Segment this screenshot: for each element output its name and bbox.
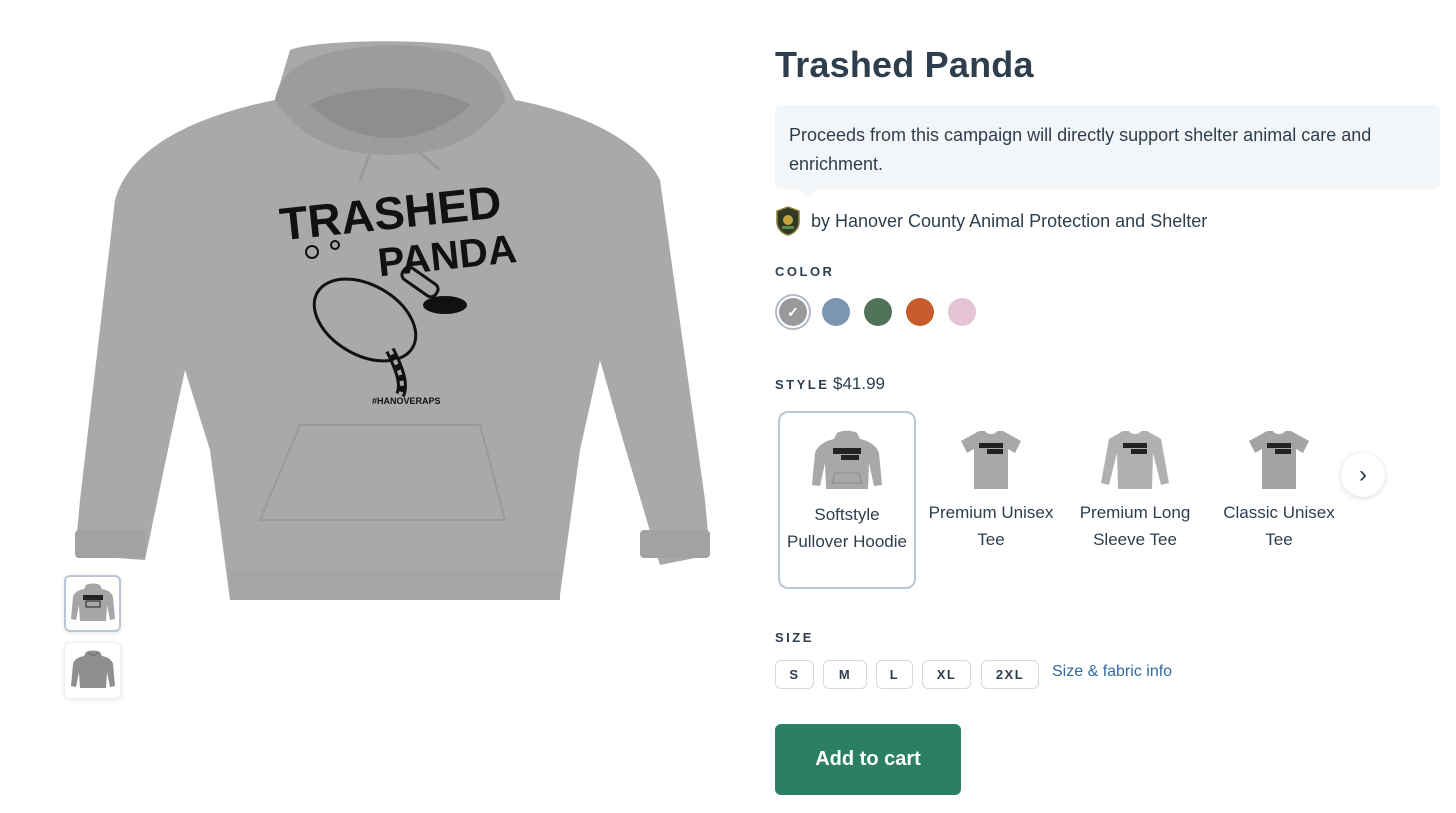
long-sleeve-style-icon xyxy=(1101,431,1169,489)
style-option-hoodie[interactable]: Softstyle Pullover Hoodie xyxy=(778,411,916,589)
style-option-name: Premium Unisex Tee xyxy=(928,503,1054,549)
style-option-name: Premium Long Sleeve Tee xyxy=(1079,503,1191,549)
color-swatch-gray[interactable]: ✓ xyxy=(775,294,811,330)
add-to-cart-button[interactable]: Add to cart xyxy=(775,724,961,795)
tshirt-style-icon xyxy=(961,431,1021,489)
product-title: Trashed Panda xyxy=(775,44,1034,85)
size-fabric-info-link[interactable]: Size & fabric info xyxy=(1052,663,1172,681)
campaign-description: Proceeds from this campaign will directl… xyxy=(775,105,1440,189)
campaign-callout-pointer xyxy=(798,188,818,198)
color-swatch-blue[interactable] xyxy=(822,298,850,326)
style-option-classic-tee[interactable]: Classic Unisex Tee xyxy=(1210,411,1348,589)
style-option-long-sleeve-tee[interactable]: Premium Long Sleeve Tee xyxy=(1066,411,1204,589)
hoodie-style-icon xyxy=(812,430,882,489)
color-swatch-pink[interactable] xyxy=(948,298,976,326)
color-swatch-green[interactable] xyxy=(864,298,892,326)
price: $41.99 xyxy=(833,374,885,393)
size-label: SIZE xyxy=(775,630,814,645)
organization-name[interactable]: by Hanover County Animal Protection and … xyxy=(811,211,1207,232)
chevron-right-icon[interactable]: › xyxy=(1341,453,1385,497)
size-option-m[interactable]: M xyxy=(823,660,867,689)
style-label: STYLE xyxy=(775,377,830,392)
size-option-2xl[interactable]: 2XL xyxy=(981,660,1039,689)
artwork-hashtag: #HANOVERAPS xyxy=(372,396,441,406)
style-option-name: Softstyle Pullover Hoodie xyxy=(786,505,907,551)
style-option-name: Classic Unisex Tee xyxy=(1223,503,1335,549)
size-option-l[interactable]: L xyxy=(876,660,913,689)
check-icon: ✓ xyxy=(779,298,807,326)
size-option-xl[interactable]: XL xyxy=(922,660,971,689)
hoodie-back-thumbnail-icon xyxy=(70,650,115,688)
thumbnail-front[interactable] xyxy=(64,575,121,632)
classic-tshirt-style-icon xyxy=(1249,431,1309,489)
shelter-badge-icon xyxy=(776,206,800,236)
style-option-unisex-tee[interactable]: Premium Unisex Tee xyxy=(922,411,1060,589)
color-swatch-orange[interactable] xyxy=(906,298,934,326)
main-product-image: TRASHED PANDA #HANOVERAPS xyxy=(60,30,720,610)
thumbnail-back[interactable] xyxy=(64,642,121,699)
color-label: COLOR xyxy=(775,264,835,279)
organization-byline[interactable]: by Hanover County Animal Protection and … xyxy=(775,205,1207,237)
hoodie-thumbnail-icon xyxy=(70,583,115,621)
size-option-s[interactable]: S xyxy=(775,660,814,689)
